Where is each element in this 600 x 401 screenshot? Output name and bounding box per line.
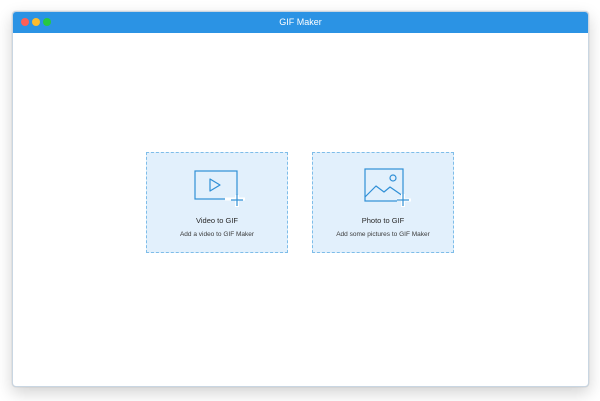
photo-to-gif-subtitle: Add some pictures to GIF Maker [336,231,430,238]
photo-to-gif-card[interactable]: Photo to GIF Add some pictures to GIF Ma… [312,152,454,253]
photo-add-icon [364,168,411,207]
window-title: GIF Maker [279,17,322,27]
photo-to-gif-title: Photo to GIF [361,216,405,225]
video-to-gif-subtitle: Add a video to GIF Maker [179,231,255,238]
app-window: GIF Maker Video to GIF Add a video to GI… [12,11,589,387]
video-to-gif-title: Video to GIF [196,216,238,225]
video-add-icon [194,170,245,207]
title-bar[interactable]: GIF Maker [13,12,588,33]
video-to-gif-card[interactable]: Video to GIF Add a video to GIF Maker [146,152,288,253]
